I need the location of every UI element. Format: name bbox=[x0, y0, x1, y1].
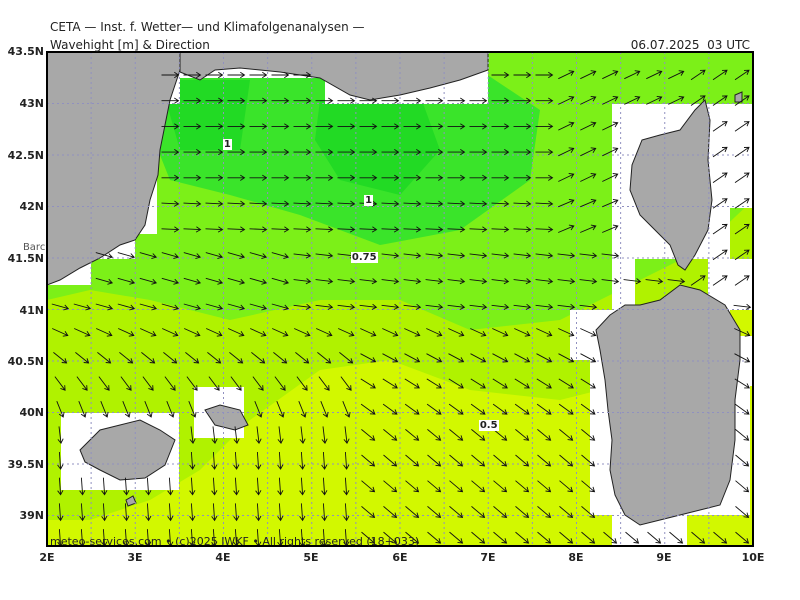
y-tick-label: 39N bbox=[19, 509, 44, 522]
contour-label: 0.75 bbox=[350, 252, 378, 263]
x-tick-label: 3E bbox=[127, 551, 143, 564]
contour-label: 0.5 bbox=[478, 419, 499, 431]
x-tick-label: 10E bbox=[741, 551, 765, 564]
y-tick-label: 43.5N bbox=[7, 45, 44, 58]
y-tick-label: 42N bbox=[19, 200, 44, 213]
x-tick-label: 7E bbox=[480, 551, 496, 564]
y-tick-label: 41N bbox=[19, 304, 44, 317]
valid-datetime: 06.07.2025 03 UTC bbox=[630, 38, 750, 52]
x-tick-label: 5E bbox=[303, 551, 319, 564]
x-tick-label: 9E bbox=[656, 551, 672, 564]
x-tick-label: 2E bbox=[39, 551, 55, 564]
x-tick-label: 6E bbox=[392, 551, 408, 564]
x-tick-label: 4E bbox=[215, 551, 231, 564]
place-label: Barc bbox=[22, 241, 46, 253]
contour-label: 1 bbox=[222, 138, 232, 150]
y-tick-label: 43N bbox=[19, 97, 44, 110]
wave-height-map bbox=[46, 51, 754, 547]
y-tick-label: 40.5N bbox=[7, 355, 44, 368]
organization-header: CETA — Inst. f. Wetter— und Klimafolgena… bbox=[50, 20, 365, 34]
y-tick-label: 39.5N bbox=[7, 458, 44, 471]
copyright-footer: meteo-services.com • (c)2025 IWKF • All … bbox=[50, 535, 420, 548]
y-tick-label: 41.5N bbox=[7, 252, 44, 265]
y-tick-label: 40N bbox=[19, 406, 44, 419]
y-tick-label: 42.5N bbox=[7, 149, 44, 162]
sardinia bbox=[595, 284, 741, 526]
contour-label: 1 bbox=[364, 195, 374, 207]
x-tick-label: 8E bbox=[568, 551, 584, 564]
map-title: Wavehight [m] & Direction bbox=[50, 38, 210, 52]
